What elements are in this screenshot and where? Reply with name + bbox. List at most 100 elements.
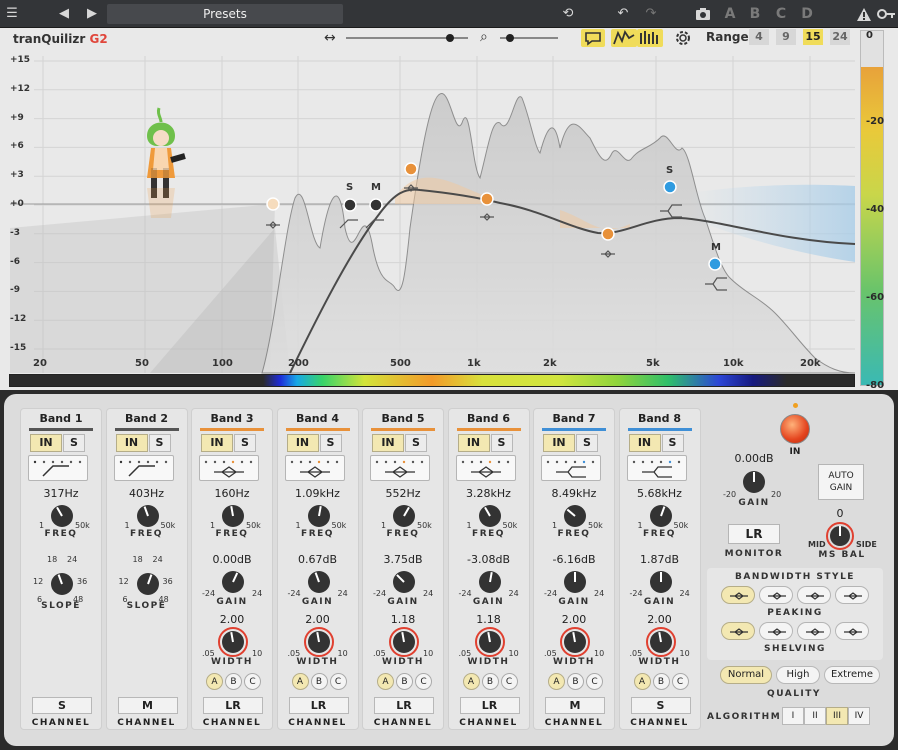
algorithm-ii-button[interactable]: II — [804, 707, 826, 725]
band-slot-a-button[interactable]: A — [462, 673, 480, 690]
band-width-knob[interactable] — [474, 627, 505, 657]
redo-icon[interactable]: ↷ — [642, 0, 660, 28]
peaking-style-3-button[interactable] — [797, 586, 831, 604]
band-in-button[interactable]: IN — [543, 434, 575, 452]
band-slot-a-button[interactable]: A — [206, 673, 223, 690]
band-gain-knob[interactable] — [560, 567, 590, 597]
band-channel-button[interactable]: M — [545, 697, 605, 714]
band-freq-knob[interactable] — [304, 501, 334, 531]
band-solo-button[interactable]: S — [490, 434, 513, 452]
band-gain-knob[interactable] — [218, 567, 248, 597]
band-shape-selector[interactable] — [199, 455, 259, 481]
band-channel-button[interactable]: LR — [203, 697, 263, 714]
band-slot-a-button[interactable]: A — [377, 673, 394, 690]
quality-high-button[interactable]: High — [776, 666, 820, 684]
band-slot-b-button[interactable]: B — [481, 673, 499, 690]
master-gain-knob[interactable] — [740, 468, 768, 496]
algorithm-iv-button[interactable]: IV — [848, 707, 870, 725]
band-channel-button[interactable]: LR — [288, 697, 349, 714]
band-shape-selector[interactable] — [284, 455, 345, 481]
band-slot-c-button[interactable]: C — [244, 673, 261, 690]
band-slot-b-button[interactable]: B — [225, 673, 242, 690]
band-in-button[interactable]: IN — [201, 434, 233, 452]
band-freq-knob[interactable] — [389, 501, 419, 531]
band-freq-knob[interactable] — [47, 501, 77, 531]
band-in-button[interactable]: IN — [628, 434, 661, 452]
slot-c-button[interactable]: C — [769, 0, 793, 28]
band-shape-selector[interactable] — [455, 455, 516, 481]
band-gain-knob[interactable] — [646, 567, 676, 597]
eq-plot[interactable]: S M S M — [0, 28, 898, 390]
undo-icon[interactable]: ↶ — [614, 0, 632, 28]
quality-extreme-button[interactable]: Extreme — [824, 666, 880, 684]
shelving-style-1-button[interactable] — [721, 622, 755, 640]
band-shape-selector[interactable] — [28, 455, 88, 481]
band-slot-c-button[interactable]: C — [500, 673, 518, 690]
key-icon[interactable] — [876, 0, 896, 31]
band-width-knob[interactable] — [560, 627, 590, 657]
band-slot-a-button[interactable]: A — [633, 673, 651, 690]
band-freq-knob[interactable] — [560, 501, 590, 531]
band-gain-knob[interactable] — [475, 567, 505, 597]
band-width-knob[interactable] — [645, 627, 676, 657]
band-solo-button[interactable]: S — [319, 434, 342, 452]
algorithm-iii-button[interactable]: III — [826, 707, 848, 725]
band-slot-a-button[interactable]: A — [548, 673, 565, 690]
band-solo-button[interactable]: S — [63, 434, 85, 452]
next-preset-icon[interactable]: ▶ — [84, 0, 100, 28]
auto-gain-button[interactable]: AUTO GAIN — [818, 464, 864, 500]
band-shape-selector[interactable] — [541, 455, 601, 481]
algorithm-i-button[interactable]: I — [782, 707, 804, 725]
band-freq-knob[interactable] — [133, 501, 163, 531]
band-channel-button[interactable]: M — [117, 697, 178, 714]
presets-button[interactable]: Presets — [107, 4, 343, 24]
slot-d-button[interactable]: D — [795, 0, 819, 28]
monitor-button[interactable]: LR — [728, 524, 780, 544]
band-width-knob[interactable] — [303, 627, 334, 657]
reset-icon[interactable]: ⟲ — [560, 0, 576, 28]
band-shape-selector[interactable] — [626, 455, 687, 481]
band-solo-button[interactable]: S — [148, 434, 171, 452]
band-width-knob[interactable] — [389, 627, 419, 657]
band-channel-button[interactable]: S — [630, 697, 691, 714]
peaking-style-2-button[interactable] — [759, 586, 793, 604]
prev-preset-icon[interactable]: ◀ — [56, 0, 72, 28]
shelving-style-2-button[interactable] — [759, 622, 793, 640]
band-solo-button[interactable]: S — [576, 434, 598, 452]
band-channel-button[interactable]: LR — [374, 697, 434, 714]
band-channel-button[interactable]: S — [32, 697, 92, 714]
band-slot-b-button[interactable]: B — [310, 673, 328, 690]
ms-bal-knob[interactable] — [826, 522, 854, 550]
band-slot-b-button[interactable]: B — [567, 673, 584, 690]
quality-normal-button[interactable]: Normal — [720, 666, 772, 684]
band-freq-knob[interactable] — [475, 501, 505, 531]
band-slot-a-button[interactable]: A — [291, 673, 309, 690]
shelving-style-3-button[interactable] — [797, 622, 831, 640]
menu-icon[interactable]: ☰ — [4, 0, 20, 28]
band-slot-b-button[interactable]: B — [652, 673, 670, 690]
shelving-style-4-button[interactable] — [835, 622, 869, 640]
slot-a-button[interactable]: A — [718, 0, 742, 28]
band-freq-knob[interactable] — [218, 501, 248, 531]
band-slot-b-button[interactable]: B — [396, 673, 413, 690]
band-in-button[interactable]: IN — [115, 434, 148, 452]
band-gain-knob[interactable] — [389, 567, 419, 597]
band-solo-button[interactable]: S — [234, 434, 256, 452]
band-slot-c-button[interactable]: C — [415, 673, 432, 690]
band-gain-knob[interactable] — [304, 567, 334, 597]
band-slot-c-button[interactable]: C — [586, 673, 603, 690]
band-solo-button[interactable]: S — [405, 434, 427, 452]
band-channel-button[interactable]: LR — [459, 697, 520, 714]
peaking-style-4-button[interactable] — [835, 586, 869, 604]
eq-display[interactable]: tranQuilizr G2 ↔ ⌕ Range 4 9 15 24 S M S… — [0, 28, 898, 391]
band-solo-button[interactable]: S — [661, 434, 684, 452]
band-width-knob[interactable] — [218, 627, 248, 657]
band-freq-knob[interactable] — [646, 501, 676, 531]
band-shape-selector[interactable] — [370, 455, 430, 481]
band-in-button[interactable]: IN — [457, 434, 490, 452]
band-slot-c-button[interactable]: C — [671, 673, 689, 690]
slot-b-button[interactable]: B — [743, 0, 767, 28]
band-in-button[interactable]: IN — [372, 434, 404, 452]
band-in-button[interactable]: IN — [30, 434, 62, 452]
band-shape-selector[interactable] — [113, 455, 174, 481]
